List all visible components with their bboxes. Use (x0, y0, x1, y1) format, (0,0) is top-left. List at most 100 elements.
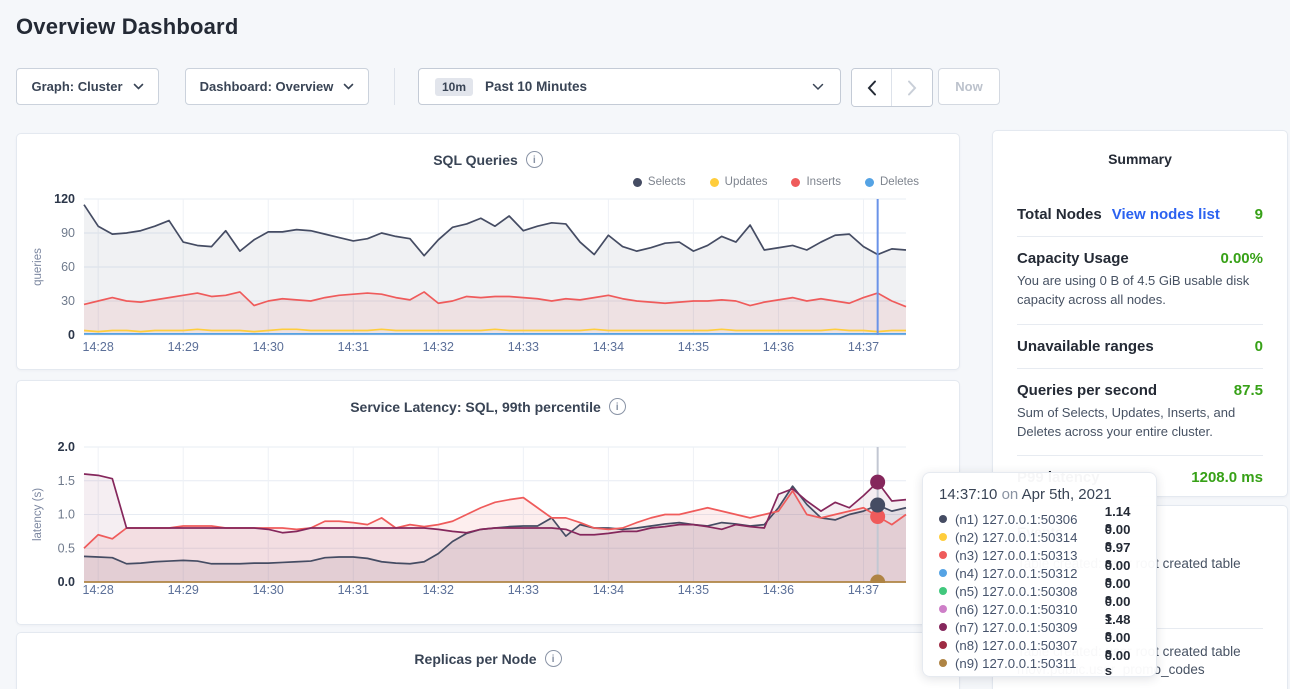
chevron-down-icon (343, 83, 354, 90)
unavailable-ranges-label: Unavailable ranges (1017, 338, 1154, 355)
series-color-dot (939, 587, 947, 595)
capacity-value: 0.00% (1220, 250, 1263, 267)
x-tick-label: 14:35 (678, 340, 709, 354)
summary-panel-title: Summary (993, 131, 1287, 167)
x-tick-label: 14:30 (253, 583, 284, 597)
x-tick-label: 14:36 (763, 340, 794, 354)
replicas-title: Replicas per Node i (17, 650, 959, 667)
dashboard-dropdown[interactable]: Dashboard: Overview (185, 68, 369, 105)
replicas-panel: Replicas per Node i (16, 632, 960, 689)
tooltip-node-label: (n7) 127.0.0.1:50309 (955, 620, 1105, 635)
summary-row-unavailable: Unavailable ranges 0 (1017, 325, 1263, 368)
tooltip-node-label: (n3) 127.0.0.1:50313 (955, 548, 1105, 563)
tooltip-node-value: 0.00 s (1105, 648, 1140, 678)
x-tick-label: 14:28 (83, 583, 114, 597)
y-tick-label: 30 (61, 294, 75, 308)
y-tick-label: 120 (54, 192, 75, 206)
latency-chart[interactable]: 0.0 0.5 1.0 1.5 2.0 14:28 14:29 14:30 14:31 14:32… (17, 381, 961, 626)
series-color-dot (939, 605, 947, 613)
series-color-dot (939, 641, 947, 649)
now-button[interactable]: Now (938, 68, 1000, 105)
total-nodes-label: Total Nodes (1017, 206, 1102, 223)
y-tick-label: 60 (61, 260, 75, 274)
x-tick-label: 14:35 (678, 583, 709, 597)
x-tick-label: 14:30 (253, 340, 284, 354)
tooltip-on-word: on (1002, 486, 1019, 503)
tooltip-timestamp: 14:37:10 on Apr 5th, 2021 (939, 486, 1140, 503)
capacity-label: Capacity Usage (1017, 250, 1129, 267)
summary-row-total-nodes: Total Nodes View nodes list 9 (1017, 193, 1263, 236)
x-tick-label: 14:37 (848, 340, 879, 354)
now-button-label: Now (955, 79, 982, 94)
toolbar-divider (394, 68, 395, 105)
chevron-down-icon (812, 83, 824, 91)
series-color-dot (939, 623, 947, 631)
page-title: Overview Dashboard (16, 14, 238, 40)
time-back-button[interactable] (852, 69, 892, 106)
x-tick-label: 14:29 (168, 583, 199, 597)
x-tick-label: 14:31 (338, 583, 369, 597)
x-tick-label: 14:33 (508, 340, 539, 354)
time-forward-button[interactable] (892, 69, 932, 106)
latency-panel: Service Latency: SQL, 99th percentile i … (16, 380, 960, 625)
sql-queries-panel: SQL Queries i SelectsUpdatesInsertsDelet… (16, 133, 960, 370)
qps-label: Queries per second (1017, 382, 1157, 399)
overview-dashboard-page: Overview Dashboard Graph: Cluster Dashbo… (0, 0, 1290, 689)
x-tick-label: 14:36 (763, 583, 794, 597)
series-color-dot (939, 551, 947, 559)
time-range-selector[interactable]: 10m Past 10 Minutes (418, 68, 841, 105)
total-nodes-value: 9 (1255, 206, 1263, 223)
series-color-dot (939, 533, 947, 541)
y-axis-label: latency (s) (32, 488, 44, 541)
summary-panel: Summary Total Nodes View nodes list 9 Ca… (992, 130, 1288, 497)
tooltip-row-n9: (n9) 127.0.0.1:503110.00 s (939, 654, 1140, 672)
tooltip-rows: (n1) 127.0.0.1:503061.14 s(n2) 127.0.0.1… (939, 510, 1140, 672)
series-color-dot (939, 515, 947, 523)
chart-hover-tooltip: 14:37:10 on Apr 5th, 2021 (n1) 127.0.0.1… (922, 472, 1157, 677)
time-range-label: Past 10 Minutes (485, 79, 587, 94)
tooltip-node-label: (n4) 127.0.0.1:50312 (955, 566, 1105, 581)
tooltip-time: 14:37:10 (939, 486, 997, 503)
y-tick-label: 0 (68, 328, 75, 342)
view-nodes-list-link[interactable]: View nodes list (1112, 206, 1220, 223)
chevron-right-icon (907, 80, 917, 96)
graph-dropdown-label: Graph: Cluster (31, 79, 122, 94)
y-tick-label: 0.5 (58, 541, 75, 555)
tooltip-node-label: (n9) 127.0.0.1:50311 (955, 656, 1105, 671)
sql-queries-chart[interactable]: 0 30 60 90 120 14:28 14:29 14:30 14:31 14:32 14:33… (17, 134, 961, 371)
x-tick-label: 14:31 (338, 340, 369, 354)
p99-latency-value: 1208.0 ms (1191, 469, 1263, 486)
tooltip-date: Apr 5th, 2021 (1022, 486, 1112, 503)
x-tick-label: 14:37 (848, 583, 879, 597)
y-axis-label: queries (32, 248, 44, 286)
tooltip-node-label: (n5) 127.0.0.1:50308 (955, 584, 1105, 599)
replicas-title-text: Replicas per Node (414, 651, 536, 667)
dashboard-dropdown-label: Dashboard: Overview (200, 79, 334, 94)
tooltip-node-label: (n1) 127.0.0.1:50306 (955, 512, 1105, 527)
graph-dropdown[interactable]: Graph: Cluster (16, 68, 159, 105)
chevron-down-icon (133, 83, 144, 90)
y-tick-label: 2.0 (58, 440, 75, 454)
series-color-dot (939, 659, 947, 667)
x-tick-label: 14:32 (423, 340, 454, 354)
time-nav-group (851, 68, 933, 107)
series-area-selects (84, 205, 906, 335)
capacity-description: You are using 0 B of 4.5 GiB usable disk… (1017, 272, 1263, 324)
y-tick-label: 1.5 (58, 474, 75, 488)
x-tick-label: 14:28 (83, 340, 114, 354)
qps-description: Sum of Selects, Updates, Inserts, and De… (1017, 404, 1263, 456)
x-tick-label: 14:34 (593, 583, 624, 597)
y-tick-label: 0.0 (58, 575, 75, 589)
chevron-left-icon (867, 80, 877, 96)
hover-point-dot (870, 475, 885, 490)
info-icon[interactable]: i (545, 650, 562, 667)
x-tick-label: 14:29 (168, 340, 199, 354)
tooltip-node-label: (n6) 127.0.0.1:50310 (955, 602, 1105, 617)
hover-point-dot (870, 498, 885, 513)
y-tick-label: 1.0 (58, 508, 75, 522)
series-color-dot (939, 569, 947, 577)
y-tick-label: 90 (61, 226, 75, 240)
x-tick-label: 14:32 (423, 583, 454, 597)
x-tick-label: 14:33 (508, 583, 539, 597)
unavailable-ranges-value: 0 (1255, 338, 1263, 355)
